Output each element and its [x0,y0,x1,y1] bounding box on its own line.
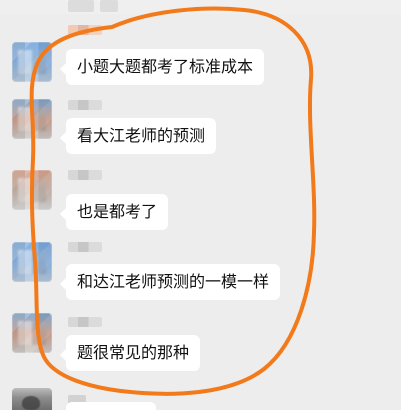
top-partial-row [0,0,401,14]
message-bubble[interactable]: 小题大题都考了标准成本 [59,49,265,85]
avatar[interactable] [12,170,52,210]
nickname-blur [68,25,102,35]
blurred-top-text-2 [100,0,118,12]
chat-screen: 小题大题都考了标准成本 看大江老师的预测 也是都考了 和达江老师预测的一模一样 … [0,0,401,410]
nickname-blur [68,242,102,252]
avatar[interactable] [12,42,52,82]
message-bubble[interactable]: 题很常见的那种 [59,335,201,371]
message-bubble[interactable]: 和达江老师预测的一模一样 [59,264,281,300]
blurred-top-text-1 [68,0,94,12]
message-text: 也是都考了 [77,202,158,221]
message-text: 看大江老师的预测 [77,126,206,145]
nickname-blur [68,100,102,110]
avatar[interactable] [12,99,52,139]
avatar[interactable] [12,388,52,410]
message-bubble[interactable]: 看大江老师的预测 [59,118,217,154]
nickname-blur [68,170,102,180]
avatar[interactable] [12,313,52,353]
message-bubble[interactable]: 也是都考了 [59,194,169,230]
message-text: 小题大题都考了标准成本 [77,57,254,76]
message-text: 题很常见的那种 [77,343,190,362]
partial-message-bubble[interactable] [66,402,156,410]
message-text: 和达江老师预测的一模一样 [77,272,270,291]
avatar[interactable] [12,242,52,282]
nickname-blur [68,317,102,327]
